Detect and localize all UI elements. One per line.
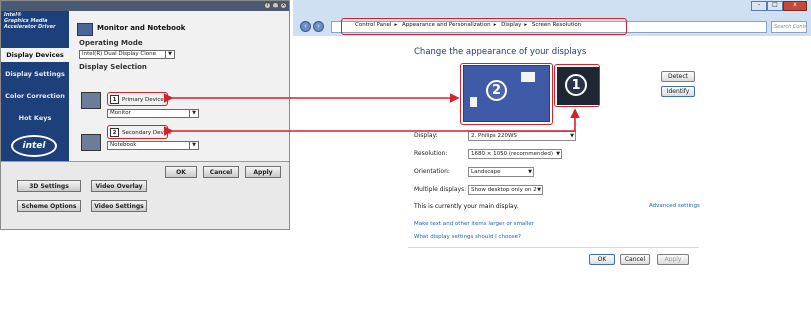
intel-brand-text: Intel® Graphics Media Accelerator Driver	[4, 12, 56, 30]
orientation-label: Orientation:	[414, 168, 450, 175]
operating-mode-value: Intel(R) Dual Display Clone	[82, 51, 157, 57]
apply-button[interactable]: Apply	[657, 254, 689, 265]
intel-apply-button[interactable]: Apply	[245, 166, 281, 178]
detect-button[interactable]: Detect	[661, 71, 695, 82]
monitor-icon	[81, 92, 101, 109]
intel-logo: intel	[11, 135, 57, 157]
maximize-button[interactable]: □	[767, 1, 783, 11]
monitor-notebook-icon	[77, 23, 93, 36]
multiple-displays-value: Show desktop only on 2	[471, 187, 537, 193]
chevron-down-icon: ▼	[189, 110, 198, 117]
breadcrumb-separator-icon: ▸	[394, 22, 398, 28]
search-input[interactable]: Search Control Panel	[771, 21, 807, 33]
nav-display-settings[interactable]: Display Settings	[1, 67, 69, 81]
nav-color-correction[interactable]: Color Correction	[1, 89, 69, 103]
multiple-displays-label: Multiple displays:	[414, 186, 467, 193]
window-chrome: - □ x ‹ › Control Panel ▸ Appearance and …	[293, 0, 811, 36]
operating-mode-label: Operating Mode	[79, 39, 143, 47]
chevron-down-icon: ▼	[537, 187, 541, 193]
breadcrumb-screen-resolution[interactable]: Screen Resolution	[532, 22, 581, 28]
intel-cancel-button[interactable]: Cancel	[203, 166, 239, 178]
breadcrumb-separator-icon: ▸	[493, 22, 497, 28]
intel-content-panel	[69, 11, 289, 161]
window-thumbnail	[470, 97, 477, 107]
intel-nav-panel: Intel® Graphics Media Accelerator Driver…	[1, 11, 69, 161]
primary-device-label: 1 Primary Device	[110, 95, 164, 104]
display-settings-help-link[interactable]: What display settings should I choose?	[414, 234, 521, 240]
3d-settings-button[interactable]: 3D Settings	[17, 180, 81, 192]
secondary-device-select[interactable]: Notebook ▼	[107, 141, 199, 150]
window-thumbnail	[521, 72, 535, 82]
main-display-text: This is currently your main display.	[414, 203, 519, 210]
screen-resolution-window: - □ x ‹ › Control Panel ▸ Appearance and …	[293, 0, 811, 326]
chevron-down-icon: ▼	[556, 151, 560, 157]
chevron-down-icon: ▼	[189, 142, 198, 149]
help-button[interactable]: ?	[264, 2, 271, 9]
identify-button[interactable]: Identify	[661, 86, 695, 97]
display-value: 2. Philips 220WS	[471, 133, 517, 139]
divider	[408, 247, 699, 248]
notebook-icon	[81, 134, 101, 151]
secondary-device-label: 2 Secondary Device	[110, 128, 172, 137]
minimize-button[interactable]: _	[272, 2, 279, 9]
secondary-device-number: 2	[110, 128, 119, 137]
forward-arrow-icon[interactable]: ›	[313, 21, 324, 32]
secondary-device-value: Notebook	[110, 142, 137, 148]
nav-display-devices[interactable]: Display Devices	[1, 48, 69, 62]
breadcrumb-display[interactable]: Display	[501, 22, 521, 28]
secondary-device-text: Secondary Device	[122, 129, 172, 136]
breadcrumb-separator-icon: ▸	[524, 22, 528, 28]
orientation-value: Landscape	[471, 169, 501, 175]
intel-divider	[1, 161, 289, 162]
resolution-label: Resolution:	[414, 150, 448, 157]
monitor-2-number: 2	[486, 80, 507, 101]
advanced-settings-link[interactable]: Advanced settings	[649, 203, 700, 209]
close-button[interactable]: x	[280, 2, 287, 9]
intel-ok-button[interactable]: OK	[165, 166, 197, 178]
resolution-value: 1680 × 1050 (recommended)	[471, 151, 554, 157]
display-selection-label: Display Selection	[79, 63, 147, 71]
chevron-down-icon: ▼	[528, 169, 532, 175]
intel-title-bar: ? _ x	[1, 1, 289, 11]
resolution-select[interactable]: 1680 × 1050 (recommended) ▼	[468, 149, 562, 159]
close-button[interactable]: x	[783, 1, 807, 11]
breadcrumb: Control Panel ▸ Appearance and Personaliz…	[355, 22, 584, 28]
video-overlay-button[interactable]: Video Overlay	[91, 180, 147, 192]
primary-device-text: Primary Device	[122, 96, 164, 103]
primary-device-number: 1	[110, 95, 119, 104]
cancel-button[interactable]: Cancel	[620, 254, 650, 265]
primary-device-value: Monitor	[110, 110, 131, 116]
window-caption-buttons: - □ x	[751, 1, 807, 11]
minimize-button[interactable]: -	[751, 1, 767, 11]
breadcrumb-appearance[interactable]: Appearance and Personalization	[402, 22, 491, 28]
display-2-highlight	[460, 63, 553, 125]
page-title: Change the appearance of your displays	[414, 47, 587, 57]
chevron-down-icon: ▼	[570, 133, 574, 139]
ok-button[interactable]: OK	[589, 254, 615, 265]
intel-graphics-window: ? _ x Intel® Graphics Media Accelerator …	[0, 0, 290, 230]
orientation-select[interactable]: Landscape ▼	[468, 167, 534, 177]
intel-page-header: Monitor and Notebook	[97, 24, 186, 32]
text-size-link[interactable]: Make text and other items larger or smal…	[414, 221, 534, 227]
chevron-down-icon: ▼	[165, 51, 174, 58]
intel-window-controls: ? _ x	[264, 2, 287, 9]
monitor-1-number: 1	[565, 74, 587, 96]
display-select[interactable]: 2. Philips 220WS ▼	[468, 131, 576, 141]
multiple-displays-select[interactable]: Show desktop only on 2 ▼	[468, 185, 543, 195]
nav-hot-keys[interactable]: Hot Keys	[1, 111, 69, 125]
back-arrow-icon[interactable]: ‹	[300, 21, 311, 32]
display-label: Display:	[414, 132, 438, 139]
scheme-options-button[interactable]: Scheme Options	[17, 200, 81, 212]
video-settings-button[interactable]: Video Settings	[91, 200, 147, 212]
primary-device-select[interactable]: Monitor ▼	[107, 109, 199, 118]
breadcrumb-control-panel[interactable]: Control Panel	[355, 22, 391, 28]
operating-mode-select[interactable]: Intel(R) Dual Display Clone ▼	[79, 50, 175, 59]
